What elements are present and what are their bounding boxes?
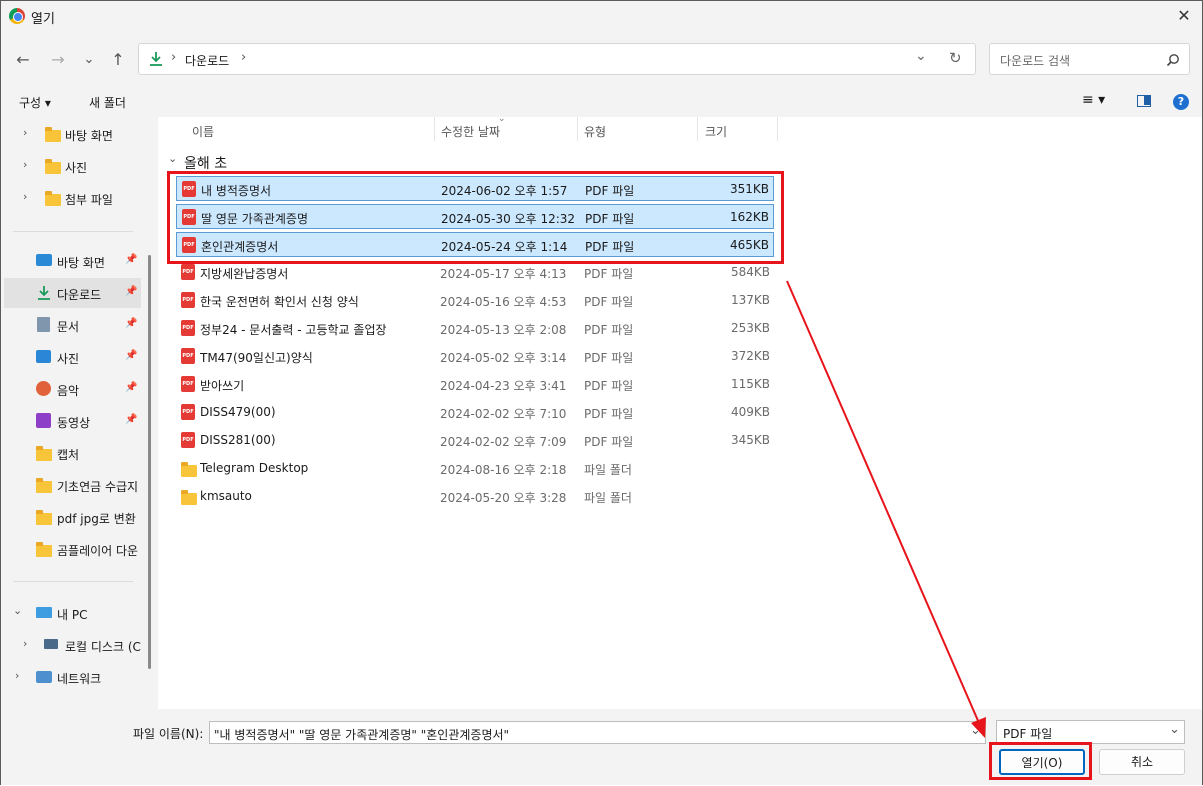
annotation-arrow: [786, 280, 986, 738]
open-dialog: 열기 ✕ ← → ⌄ ↑ › 다운로드 › ⌄ ↻ 다운로드 검색 구성 ▾ 새…: [0, 0, 1203, 785]
